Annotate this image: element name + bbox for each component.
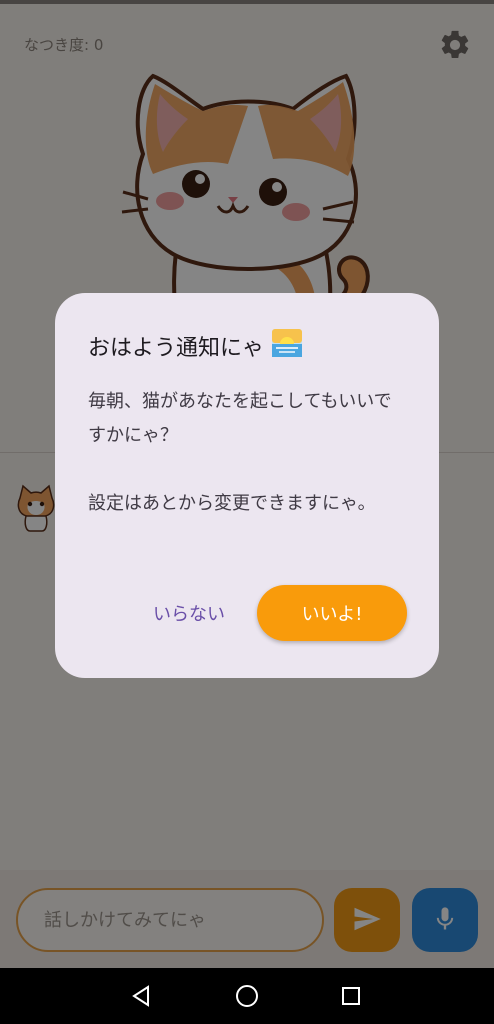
confirm-button[interactable]: いいよ!: [257, 585, 407, 641]
back-triangle-icon[interactable]: [125, 980, 157, 1012]
dialog-message: 毎朝、猫があなたを起こしてもいいですかにゃ？ 設定はあとから変更できますにゃ。: [88, 385, 408, 521]
recents-square-icon[interactable]: [335, 980, 367, 1012]
dismiss-button[interactable]: いらない: [137, 591, 241, 635]
dialog-question: 毎朝、猫があなたを起こしてもいいですかにゃ？: [88, 391, 392, 446]
system-navigation-bar: [0, 968, 494, 1024]
morning-notification-dialog: おはよう通知にゃ 毎朝、猫があなたを起こしてもいいですかにゃ？ 設定はあとから変…: [55, 293, 439, 678]
dialog-title-row: おはよう通知にゃ: [88, 329, 303, 363]
dialog-title: おはよう通知にゃ: [88, 336, 265, 361]
dialog-spacer: [88, 453, 408, 487]
sunrise-icon: [272, 329, 303, 363]
dialog-note: 設定はあとから変更できますにゃ。: [88, 493, 376, 514]
home-circle-icon[interactable]: [231, 980, 263, 1012]
